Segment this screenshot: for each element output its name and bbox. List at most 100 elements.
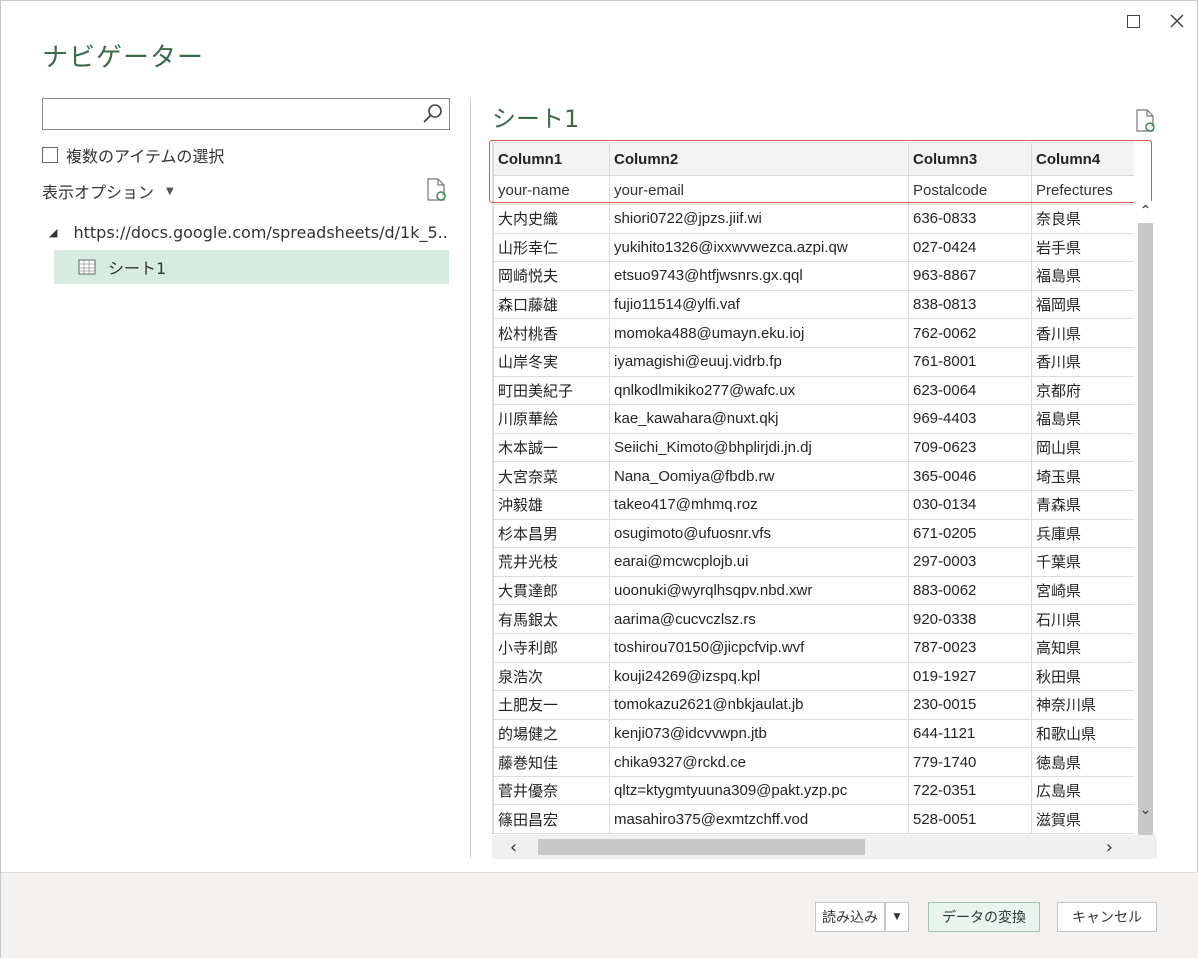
multi-select-label: 複数のアイテムの選択 [66,147,225,166]
table-cell: 671-0205 [908,518,1032,549]
multi-select-checkbox[interactable] [42,147,58,163]
table-row: 山形幸仁 yukihito1326@ixxwvwezca.azpi.qw 027-0… [493,232,1134,263]
load-button[interactable]: 読み込み [815,902,885,932]
table-cell: 泉浩次 [493,661,610,692]
table-row: 杉本昌男 osugimoto@ufuosnr.vfs 671-0205 兵庫県 [493,518,1134,549]
table-cell: 297-0003 [908,547,1032,577]
table-row: 山岸冬実 iyamagishi@euuj.vidrb.fp 761-8001 香川県 [493,346,1134,377]
table-cell: tomokazu2621@nbkjaulat.jb [609,690,909,720]
table-cell: 969-4403 [908,404,1032,434]
search-box[interactable] [42,98,450,130]
table-cell: 的場健之 [493,718,610,749]
close-icon [1170,14,1184,28]
load-dropdown-button[interactable]: ▼ [885,902,909,932]
table-cell: 644-1121 [908,718,1032,749]
horizontal-scroll-thumb[interactable] [538,839,865,855]
first-data-row: your-name your-email Postalcode Prefectu… [493,175,1134,205]
table-cell: toshirou70150@jicpcfvip.wvf [609,632,909,663]
footer-bar: 読み込み ▼ データの変換 キャンセル [1,872,1198,958]
refresh-preview-icon[interactable] [1134,109,1156,133]
table-cell: 528-0051 [908,804,1032,834]
table-cell: aarima@cucvczlsz.rs [609,604,909,634]
table-row: 泉浩次 kouji24269@izspq.kpl 019-1927 秋田県 [493,661,1134,692]
table-cell: 838-0813 [908,289,1032,320]
table-cell: yukihito1326@ixxwvwezca.azpi.qw [609,232,909,263]
table-row: 木本誠一 Seiichi_Kimoto@bhplirjdi.jn.dj 709-06… [493,432,1134,463]
table-cell: 川原華絵 [493,404,610,434]
table-cell: 滋賀県 [1031,804,1134,834]
multi-select-option[interactable]: 複数のアイテムの選択 [42,143,224,167]
expand-triangle-icon[interactable]: ◢ [49,226,57,239]
column-header-row: Column1 Column2 Column3 Column4 [493,142,1134,176]
column-header[interactable]: Column1 [493,142,610,176]
table-cell: 松村桃香 [493,318,610,348]
transform-data-button[interactable]: データの変換 [928,902,1040,932]
table-cell: 荒井光枝 [493,547,610,577]
display-options-dropdown[interactable]: 表示オプション ▼ [42,179,174,203]
search-input[interactable] [43,99,413,129]
table-cell: 365-0046 [908,461,1032,491]
table-cell: 兵庫県 [1031,518,1134,549]
vertical-scroll-thumb[interactable] [1138,223,1153,843]
table-cell: 230-0015 [908,690,1032,720]
refresh-icon[interactable] [425,178,447,202]
table-cell: Nana_Oomiya@fbdb.rw [609,461,909,491]
table-row: 川原華絵 kae_kawahara@nuxt.qkj 969-4403 福島県 [493,404,1134,434]
table-row: 町田美紀子 qnlkodlmikiko277@wafc.ux 623-0064 京都府 [493,375,1134,406]
cancel-button[interactable]: キャンセル [1057,902,1157,932]
table-cell: 小寺利郎 [493,632,610,663]
column-header[interactable]: Column4 [1031,142,1134,176]
table-cell: uoonuki@wyrqlhsqpv.nbd.xwr [609,575,909,606]
pane-divider[interactable] [470,98,471,858]
table-cell: 菅井優奈 [493,775,610,806]
table-cell: 920-0338 [908,604,1032,634]
search-icon[interactable] [421,102,445,126]
tree-sheet-item[interactable]: シート1 [54,250,449,284]
table-cell: 山岸冬実 [493,346,610,377]
table-cell: 青森県 [1031,489,1134,520]
table-cell: Prefectures [1031,175,1134,205]
table-cell: 徳島県 [1031,747,1134,777]
table-cell: kenji073@idcvvwpn.jtb [609,718,909,749]
table-row: 森口藤雄 fujio11514@ylfi.vaf 838-0813 福岡県 [493,289,1134,320]
table-cell: Seiichi_Kimoto@bhplirjdi.jn.dj [609,432,909,463]
scroll-right-icon[interactable]: › [1106,835,1113,859]
table-icon [78,259,96,275]
preview-table: Column1 Column2 Column3 Column4 your-nam… [493,142,1134,834]
table-cell: 神奈川県 [1031,690,1134,720]
scroll-up-icon[interactable]: ⌃ [1134,201,1157,221]
table-cell: takeo417@mhmq.roz [609,489,909,520]
table-cell: 森口藤雄 [493,289,610,320]
maximize-button[interactable] [1115,5,1151,37]
column-header[interactable]: Column3 [908,142,1032,176]
scroll-down-icon[interactable]: ⌄ [1134,800,1157,820]
table-cell: 709-0623 [908,432,1032,463]
table-cell: 761-8001 [908,346,1032,377]
tree-folder-item[interactable]: ◢ https://docs.google.com/spreadsheets/d… [49,223,449,242]
chevron-down-icon: ▼ [893,912,901,922]
table-cell: osugimoto@ufuosnr.vfs [609,518,909,549]
table-cell: 杉本昌男 [493,518,610,549]
horizontal-scrollbar[interactable]: ‹ › [492,835,1157,859]
table-cell: 土肥友一 [493,690,610,720]
table-cell: 沖毅雄 [493,489,610,520]
table-cell: 埼玉県 [1031,461,1134,491]
column-header[interactable]: Column2 [609,142,909,176]
table-cell: iyamagishi@euuj.vidrb.fp [609,346,909,377]
table-cell: 和歌山県 [1031,718,1134,749]
preview-title: シート1 [492,105,580,133]
table-cell: shiori0722@jpzs.jiif.wi [609,204,909,234]
table-cell: earai@mcwcplojb.ui [609,547,909,577]
table-cell: 有馬銀太 [493,604,610,634]
close-button[interactable] [1159,5,1195,37]
table-cell: 町田美紀子 [493,375,610,406]
table-cell: 岩手県 [1031,232,1134,263]
table-row: 有馬銀太 aarima@cucvczlsz.rs 920-0338 石川県 [493,604,1134,634]
table-cell: 福島県 [1031,404,1134,434]
scroll-left-icon[interactable]: ‹ [510,835,517,859]
table-row: 藤巻知佳 chika9327@rckd.ce 779-1740 徳島県 [493,747,1134,777]
table-row: 土肥友一 tomokazu2621@nbkjaulat.jb 230-0015 神奈川… [493,690,1134,720]
table-cell: 722-0351 [908,775,1032,806]
table-cell: your-name [493,175,610,205]
vertical-scrollbar[interactable]: ⌃ ⌄ [1134,201,1157,843]
